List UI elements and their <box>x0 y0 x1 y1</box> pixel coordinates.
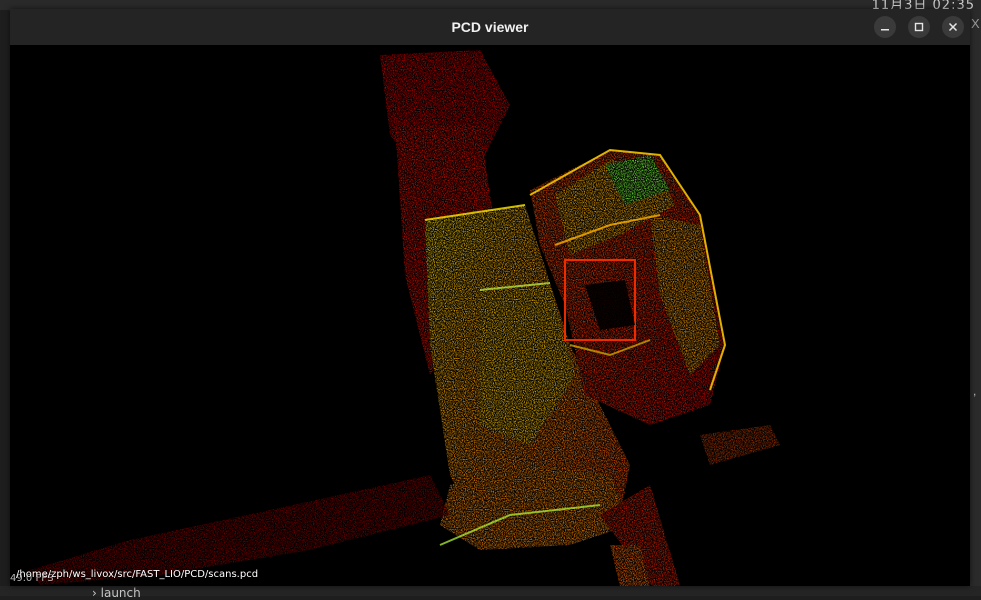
background-text-fragment: , <box>973 384 977 398</box>
background-close-icon[interactable]: X <box>971 16 980 31</box>
pcd-viewer-window: PCD viewer 49.0 FPS /home/zph/ws_livox/s… <box>10 9 970 586</box>
file-path-label: /home/zph/ws_livox/src/FAST_LIO/PCD/scan… <box>16 569 259 580</box>
close-icon <box>948 22 958 32</box>
titlebar[interactable]: PCD viewer <box>10 9 970 46</box>
background-tree-item[interactable]: › launch <box>92 586 141 600</box>
background-window-edge <box>970 10 981 596</box>
maximize-button[interactable] <box>908 16 930 38</box>
point-cloud-structure <box>30 50 780 586</box>
maximize-icon <box>914 22 924 32</box>
minimize-button[interactable] <box>874 16 896 38</box>
point-cloud-viewport[interactable]: 49.0 FPS /home/zph/ws_livox/src/FAST_LIO… <box>10 45 970 586</box>
point-cloud-render[interactable] <box>10 45 970 586</box>
window-title: PCD viewer <box>451 19 529 35</box>
background-tree-item-label: launch <box>100 586 141 600</box>
minimize-icon <box>881 29 889 31</box>
background-editor-strip <box>0 586 981 596</box>
close-button[interactable] <box>942 16 964 38</box>
